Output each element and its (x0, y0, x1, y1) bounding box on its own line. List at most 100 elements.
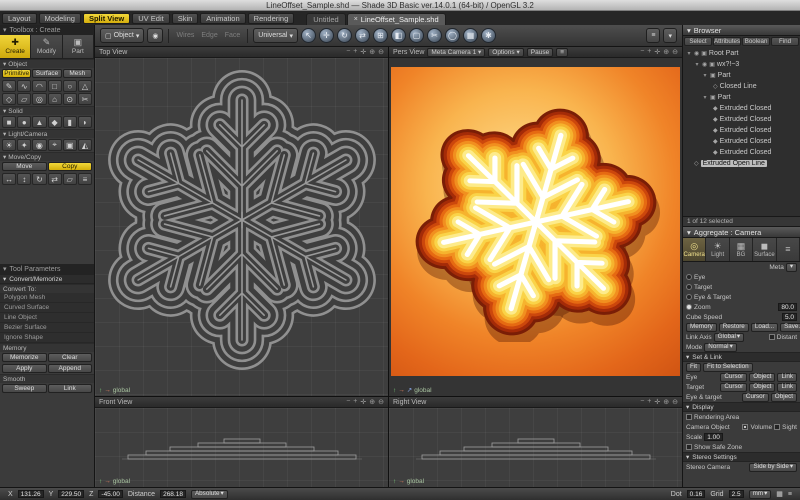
spot-light-icon[interactable]: ◉ (32, 139, 46, 151)
workspace-tab-uv-edit[interactable]: UV Edit (132, 13, 169, 24)
tab-light[interactable]: ☀ Light (706, 238, 729, 261)
sweep-button[interactable]: Sweep (2, 384, 47, 393)
toolbox-tab-part[interactable]: ▣ Part (63, 35, 94, 58)
tab-camera[interactable]: ◎ Camera (683, 238, 706, 261)
disclosure-icon[interactable]: ▾ (702, 94, 708, 101)
y-coordinate-field[interactable]: 229.50 (58, 490, 84, 498)
tab-boolean[interactable]: Boolean (742, 37, 770, 46)
point-tool-icon[interactable]: ⊙ (63, 93, 77, 105)
sun-light-icon[interactable]: ☀ (2, 139, 16, 151)
toolbox-tab-modify[interactable]: ✎ Modify (31, 35, 62, 58)
apply-button[interactable]: Apply (2, 364, 47, 373)
fit-button[interactable]: Fit (686, 363, 701, 372)
tree-item[interactable]: ▾ ▣ Part (683, 70, 800, 81)
arc-tool-icon[interactable]: ◠ (32, 80, 46, 92)
copy-button[interactable]: Copy (48, 162, 93, 171)
area-light-icon[interactable]: ▣ (63, 139, 77, 151)
viewport-right-canvas[interactable]: ↑→ global (389, 408, 682, 487)
stereo-mode-dropdown[interactable]: Side by Side ▾ (749, 463, 797, 472)
eye-target-object-button[interactable]: Object (771, 393, 797, 402)
face-mode-label[interactable]: Face (223, 32, 243, 39)
collapse-icon[interactable]: ▾ (687, 228, 691, 237)
tab-sliders[interactable]: ≡ (777, 238, 800, 261)
collapse-icon[interactable]: ▾ (687, 26, 691, 35)
wires-mode-label[interactable]: Wires (174, 32, 196, 39)
object-mode-dropdown[interactable]: ▢ Object ▾ (100, 28, 144, 43)
stack-icon[interactable]: ≡ (78, 173, 92, 185)
visibility-icon[interactable]: ◉ (702, 61, 707, 68)
curve-tool-icon[interactable]: ∿ (17, 80, 31, 92)
move-copy-section-label[interactable]: ▾ Move/Copy (0, 152, 94, 161)
magnify-in-icon[interactable]: ⊕ (369, 48, 375, 56)
zoom-radio[interactable] (686, 304, 692, 310)
z-coordinate-field[interactable]: -45.00 (98, 490, 122, 498)
rotate-icon[interactable]: ↻ (32, 173, 46, 185)
zoom-out-button[interactable]: − (346, 48, 350, 56)
fit-to-selection-button[interactable]: Fit to Selection (703, 363, 753, 372)
workspace-tab-layout[interactable]: Layout (2, 13, 37, 24)
mirror-icon[interactable]: ⇄ (48, 173, 62, 185)
pan-button[interactable]: ✛ (360, 398, 366, 406)
tree-item[interactable]: ◆ Extruded Closed (683, 147, 800, 158)
rotate-tool-icon[interactable]: ↻ (337, 28, 352, 43)
trim-tool-icon[interactable]: ✂ (78, 93, 92, 105)
pan-button[interactable]: ✛ (654, 48, 660, 56)
magnify-out-icon[interactable]: ⊖ (378, 398, 384, 406)
primitive-button[interactable]: Primitive (2, 69, 31, 78)
coordinate-mode-dropdown[interactable]: Absolute ▾ (191, 490, 228, 499)
circle-tool-icon[interactable]: ○ (63, 80, 77, 92)
torus-solid-icon[interactable]: ◗ (78, 116, 92, 128)
collapse-icon[interactable]: ▾ (3, 265, 7, 273)
toolbar-more-dropdown[interactable]: ▾ (663, 28, 677, 43)
convert-memorize-bar[interactable]: ▾ Convert/Memorize (0, 274, 94, 284)
surface-button[interactable]: Surface (32, 69, 61, 78)
workspace-tab-split-view[interactable]: Split View (83, 13, 130, 24)
point-light-icon[interactable]: ✦ (17, 139, 31, 151)
convert-option-ignore-shape[interactable]: Ignore Shape (0, 333, 94, 343)
target-link-button[interactable]: Link (777, 383, 797, 392)
show-safe-zone-checkbox[interactable] (686, 444, 692, 450)
append-button[interactable]: Append (48, 364, 93, 373)
cone-solid-icon[interactable]: ▲ (32, 116, 46, 128)
link-button[interactable]: Link (48, 384, 93, 393)
toolbox-tab-create[interactable]: ✚ Create (0, 35, 31, 58)
eye-radio[interactable] (686, 274, 692, 280)
pen-tool-icon[interactable]: ✎ (2, 80, 16, 92)
dot-field[interactable]: 0.16 (687, 490, 706, 498)
distant-checkbox[interactable] (769, 334, 775, 340)
pause-button[interactable]: Pause (527, 48, 553, 57)
workspace-tab-rendering[interactable]: Rendering (248, 13, 295, 24)
stereo-settings-section[interactable]: ▾ Stereo Settings (683, 452, 800, 462)
viewport-pers-canvas[interactable]: ↑→↗ global (389, 58, 682, 396)
target-radio[interactable] (686, 284, 692, 290)
grid-field[interactable]: 2.5 (729, 490, 744, 498)
rectangle-tool-icon[interactable]: □ (48, 80, 62, 92)
visibility-icon[interactable]: ◉ (694, 50, 699, 57)
circle-tool-icon[interactable]: ◯ (445, 28, 460, 43)
workspace-tab-modeling[interactable]: Modeling (39, 13, 81, 24)
pan-button[interactable]: ✛ (654, 398, 660, 406)
translate-x-icon[interactable]: ↔ (2, 173, 16, 185)
convert-option-polygon-mesh[interactable]: Polygon Mesh (0, 293, 94, 303)
camera-mode-button[interactable]: ◉ (147, 28, 163, 43)
pan-tool-icon[interactable]: ✛ (319, 28, 334, 43)
document-tab-lineoffset[interactable]: × LineOffset_Sample.shd (347, 13, 446, 25)
target-cursor-button[interactable]: Cursor (720, 383, 747, 392)
object-section-label[interactable]: ▾ Object (0, 59, 94, 68)
link-axis-dropdown[interactable]: Global ▾ (714, 333, 744, 342)
camera-selector-dropdown[interactable]: Meta Camera 1 ▾ (427, 48, 485, 57)
convert-option-bezier-surface[interactable]: Bezier Surface (0, 323, 94, 333)
convert-option-line-object[interactable]: Line Object (0, 313, 94, 323)
viewport-front-canvas[interactable]: ↑→ global (95, 408, 388, 487)
zoom-in-button[interactable]: + (647, 48, 651, 56)
diamond-tool-icon[interactable]: ◇ (2, 93, 16, 105)
universal-dropdown[interactable]: Universal ▾ (253, 28, 298, 43)
eye-target-radio[interactable] (686, 294, 692, 300)
tree-item[interactable]: ▾ ◉ ▣ wx?!~3 (683, 59, 800, 70)
zoom-value-field[interactable]: 80.0 (778, 303, 797, 311)
x-coordinate-field[interactable]: 131.26 (18, 490, 44, 498)
eye-option-row[interactable]: Eye (683, 272, 800, 282)
triangle-tool-icon[interactable]: △ (78, 80, 92, 92)
tab-attributes[interactable]: Attributes (713, 37, 741, 46)
prism-solid-icon[interactable]: ◆ (48, 116, 62, 128)
